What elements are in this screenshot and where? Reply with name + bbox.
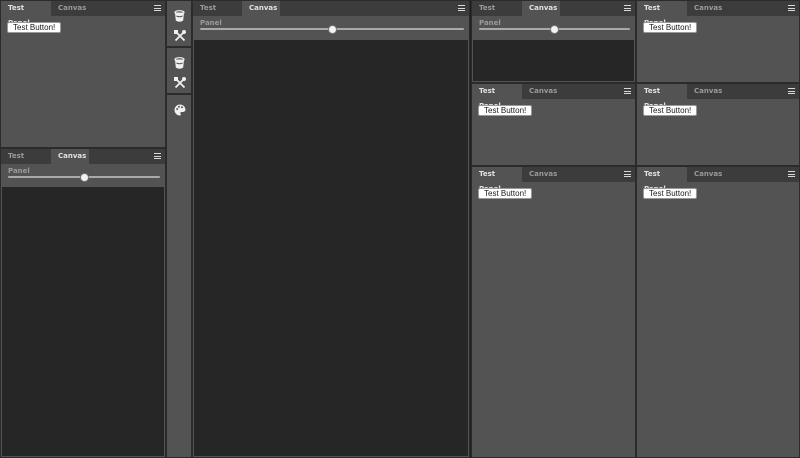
tools-icon [173,76,186,88]
tools-icon[interactable] [171,74,188,91]
tab-bar: Test Panel Canvas [637,167,799,193]
panel-menu-icon[interactable] [154,153,161,159]
tab-test-panel[interactable]: Test Panel [1,149,51,175]
panel-center: Test Panel Canvas [192,0,470,458]
bucket-icon[interactable] [171,55,188,72]
tools-icon[interactable] [171,27,188,44]
tab-test-panel[interactable]: Test Panel [637,167,687,193]
panel-menu-icon[interactable] [154,5,161,11]
panel-right-2-top: Test Panel Canvas Test Button! [636,0,800,83]
test-button[interactable]: Test Button! [643,22,698,33]
palette-icon[interactable] [171,101,188,118]
tab-test-panel[interactable]: Test Panel [472,1,522,27]
canvas-area[interactable] [2,187,164,456]
panel-right-1-mid: Test Panel Canvas Test Button! [471,83,636,166]
panel-menu-icon[interactable] [624,171,631,177]
tab-bar: Test Panel Canvas [637,1,799,27]
tab-bar: Test Panel Canvas [472,84,635,110]
bucket-icon [174,57,185,69]
tab-canvas[interactable]: Canvas [51,1,93,16]
slider-track[interactable] [479,25,630,34]
palette-icon [174,103,185,115]
tab-canvas[interactable]: Canvas [687,167,729,182]
tab-canvas[interactable]: Canvas [242,1,280,16]
panel-left-bottom: Test Panel Canvas [0,148,166,458]
tab-canvas[interactable]: Canvas [522,1,560,16]
tools-icon [173,29,186,41]
panel-menu-icon[interactable] [788,88,795,94]
canvas-area[interactable] [473,40,634,81]
tab-bar: Test Panel Canvas [472,1,635,27]
test-button[interactable]: Test Button! [643,105,698,116]
tab-bar: Test Panel Canvas [193,1,469,27]
app-root: Test Panel Canvas Test Button! Test Pane… [0,0,800,458]
panel-right-1-top: Test Panel Canvas [471,0,636,83]
panel-right-1-bottom: Test Panel Canvas Test Button! [471,166,636,458]
test-button[interactable]: Test Button! [478,105,533,116]
slider-track[interactable] [8,173,160,182]
slider-thumb[interactable] [79,173,89,182]
tab-test-panel[interactable]: Test Panel [637,1,687,27]
bucket-icon[interactable] [171,8,188,25]
slider-thumb[interactable] [550,25,559,34]
tab-bar: Test Panel Canvas [472,167,635,193]
panel-right-2-bottom: Test Panel Canvas Test Button! [636,166,800,458]
panel-menu-icon[interactable] [788,171,795,177]
tab-test-panel[interactable]: Test Panel [637,84,687,110]
panel-right-2-mid: Test Panel Canvas Test Button! [636,83,800,166]
bucket-icon [174,10,185,22]
tab-canvas[interactable]: Canvas [687,84,729,99]
tab-bar: Test Panel Canvas [1,1,165,27]
slider-thumb[interactable] [327,25,337,34]
tab-test-panel[interactable]: Test Panel [472,167,522,193]
tab-canvas[interactable]: Canvas [687,1,729,16]
toolbar-divider [167,93,191,95]
canvas-area[interactable] [194,40,468,456]
tab-canvas[interactable]: Canvas [522,167,564,182]
test-button[interactable]: Test Button! [478,188,533,199]
panel-menu-icon[interactable] [624,88,631,94]
tab-bar: Test Panel Canvas [1,149,165,175]
tab-bar: Test Panel Canvas [637,84,799,110]
tab-test-panel[interactable]: Test Panel [472,84,522,110]
panel-menu-icon[interactable] [788,5,795,11]
toolbar-divider [167,46,191,48]
panel-menu-icon[interactable] [624,5,631,11]
test-button[interactable]: Test Button! [643,188,698,199]
toolbar [166,0,192,458]
test-button[interactable]: Test Button! [7,22,62,33]
tab-test-panel[interactable]: Test Panel [193,1,242,27]
tab-canvas[interactable]: Canvas [51,149,89,164]
panel-left-top: Test Panel Canvas Test Button! [0,0,166,148]
tab-canvas[interactable]: Canvas [522,84,564,99]
slider-track[interactable] [200,25,464,34]
tab-test-panel[interactable]: Test Panel [1,1,51,27]
panel-menu-icon[interactable] [458,5,465,11]
